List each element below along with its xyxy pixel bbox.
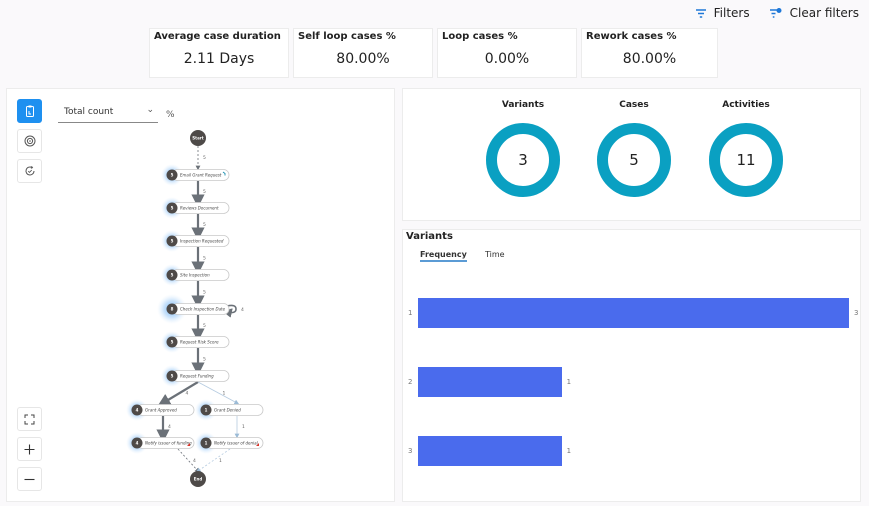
edge-count-label: 1 bbox=[223, 391, 226, 397]
edge-count-label: 4 bbox=[241, 307, 244, 313]
activity-node[interactable]: 1 Notify issuer of denial bbox=[195, 432, 264, 454]
node-label: Reviews Document bbox=[180, 206, 219, 211]
end-node[interactable]: End bbox=[190, 471, 206, 487]
donut-value: 3 bbox=[518, 151, 528, 169]
tab-time[interactable]: Time bbox=[485, 250, 505, 259]
node-count: 1 bbox=[205, 408, 208, 413]
edge-count-label: 5 bbox=[203, 189, 206, 195]
activity-node[interactable]: 8 Check Inspection Date bbox=[157, 294, 230, 324]
node-label: Grant Denied bbox=[214, 408, 241, 413]
edge-count-label: 4 bbox=[186, 391, 189, 397]
node-count: 5 bbox=[171, 206, 174, 211]
node-count: 1 bbox=[205, 441, 208, 446]
node-count: 5 bbox=[171, 239, 174, 244]
edge-count-label: 5 bbox=[203, 323, 206, 329]
node-label: Check Inspection Date bbox=[180, 307, 226, 312]
edge-count-label: 5 bbox=[203, 222, 206, 228]
node-label: Site Inspection bbox=[180, 273, 210, 278]
donut-value: 11 bbox=[736, 151, 756, 169]
summary-label-variants: Variants bbox=[501, 100, 545, 110]
start-label: Start bbox=[192, 136, 203, 141]
donut-activities: 11 bbox=[709, 123, 783, 197]
variant-bar-3[interactable] bbox=[418, 436, 562, 466]
node-label: Email Grant Request bbox=[180, 173, 222, 178]
node-count: 5 bbox=[171, 173, 174, 178]
activity-node[interactable]: 4 Grant Approved bbox=[126, 399, 195, 421]
activity-node[interactable]: 4 Notify issuer of funding bbox=[126, 432, 195, 454]
activity-node[interactable]: 1 Grant Denied bbox=[195, 399, 264, 421]
node-count: 8 bbox=[171, 307, 174, 312]
activity-node[interactable]: 5 Request Risk Score bbox=[161, 331, 230, 353]
activity-node[interactable]: 5 Site Inspection bbox=[161, 264, 230, 286]
variant-bar-2[interactable] bbox=[418, 367, 562, 397]
node-count: 5 bbox=[171, 340, 174, 345]
donut-cases: 5 bbox=[597, 123, 671, 197]
node-count: 4 bbox=[136, 408, 139, 413]
edge-count-label: 1 bbox=[242, 424, 245, 430]
variant-bar-value: 1 bbox=[566, 378, 572, 386]
node-count: 5 bbox=[171, 273, 174, 278]
start-node[interactable]: Start bbox=[190, 130, 206, 146]
node-label: Notify issuer of denial bbox=[214, 441, 259, 446]
donut-value: 5 bbox=[629, 151, 639, 169]
node-label: Inspection Requested bbox=[180, 239, 224, 244]
edge-count-label: 1 bbox=[219, 458, 222, 464]
edge-count-label: 4 bbox=[168, 424, 171, 430]
node-label: Request Risk Score bbox=[180, 340, 219, 345]
node-label: Grant Approved bbox=[145, 408, 177, 413]
edge-count-label: 5 bbox=[203, 290, 206, 296]
variant-bar-value: 3 bbox=[854, 309, 859, 317]
variant-bar-value: 1 bbox=[566, 447, 572, 455]
end-label: End bbox=[194, 477, 203, 482]
edge-count-label: 5 bbox=[203, 256, 206, 262]
variants-title: Variants bbox=[406, 231, 453, 242]
summary-label-activities: Activities bbox=[722, 100, 770, 110]
edge-count-label: 5 bbox=[203, 155, 206, 161]
summary-label-cases: Cases bbox=[619, 100, 649, 110]
activity-node[interactable]: 5 Reviews Document bbox=[161, 197, 230, 219]
donut-variants: 3 bbox=[486, 123, 560, 197]
variant-category-label: 2 bbox=[408, 378, 413, 386]
variant-category-label: 3 bbox=[408, 447, 413, 455]
variant-category-label: 1 bbox=[408, 309, 413, 317]
activity-node[interactable]: 5 Email Grant Request bbox=[161, 164, 230, 186]
variant-bar-1[interactable] bbox=[418, 298, 849, 328]
node-label: Request Funding bbox=[180, 374, 214, 379]
node-count: 4 bbox=[136, 441, 139, 446]
edge-count-label: 5 bbox=[203, 357, 206, 363]
tab-frequency[interactable]: Frequency bbox=[420, 250, 467, 262]
node-count: 5 bbox=[171, 374, 174, 379]
node-label: Notify issuer of funding bbox=[145, 441, 192, 446]
activity-node[interactable]: 5 Inspection Requested bbox=[161, 230, 230, 252]
edge-count-label: 4 bbox=[193, 458, 196, 464]
